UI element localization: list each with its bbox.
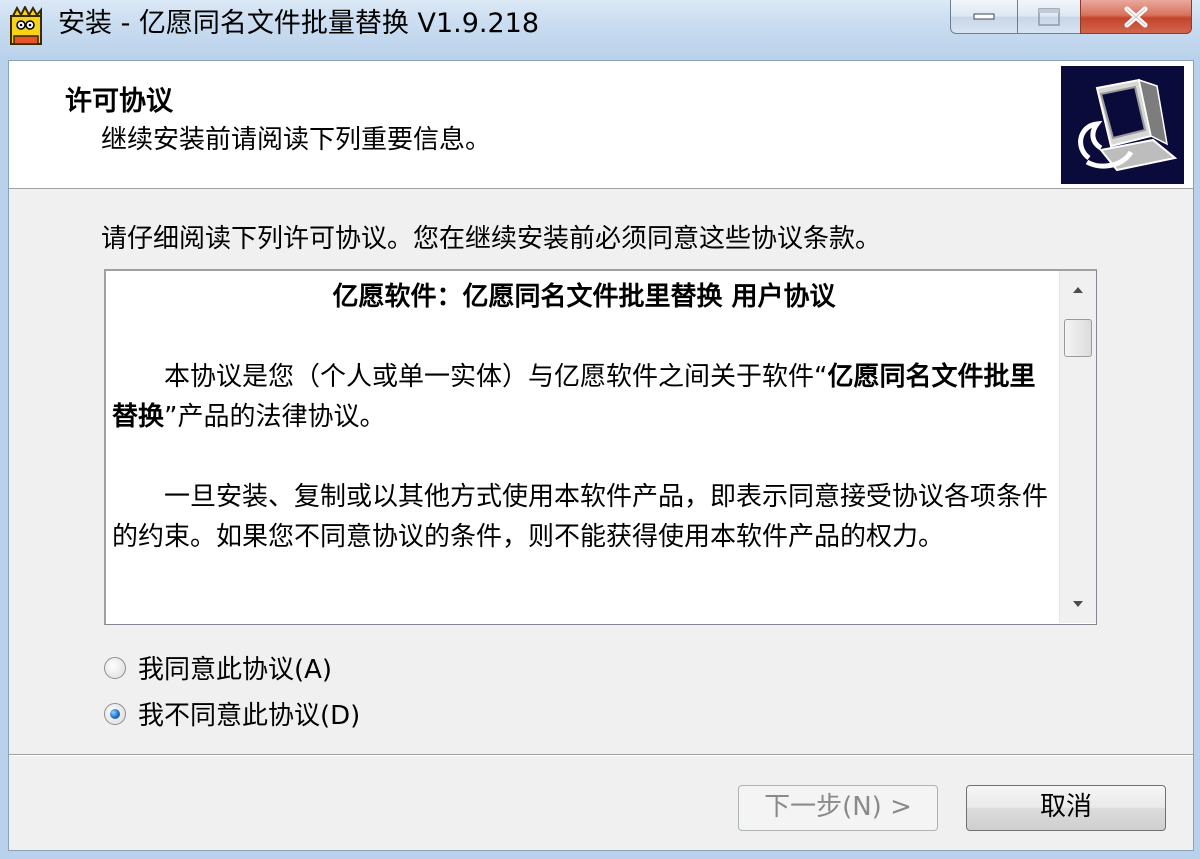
arrow-down-icon (1073, 601, 1083, 607)
app-icon (8, 4, 48, 46)
license-textbox[interactable]: 亿愿软件：亿愿同名文件批里替换 用户协议 本协议是您（个人或单一实体）与亿愿软件… (104, 269, 1097, 625)
scroll-up-button[interactable] (1060, 273, 1096, 307)
maximize-button[interactable] (1017, 0, 1081, 34)
radio-disagree[interactable]: 我不同意此协议(D) (104, 695, 360, 732)
title-bar: 安装 - 亿愿同名文件批量替换 V1.9.218 (0, 0, 1200, 56)
license-scrollbar[interactable] (1059, 271, 1096, 623)
close-icon (1124, 6, 1148, 27)
license-paragraph-2: 一旦安装、复制或以其他方式使用本软件产品，即表示同意接受协议各项条件的约束。如果… (112, 482, 1049, 552)
window-title: 安装 - 亿愿同名文件批量替换 V1.9.218 (58, 8, 540, 39)
setup-logo-icon (1061, 66, 1184, 184)
radio-agree[interactable]: 我同意此协议(A) (104, 649, 332, 686)
page-subtitle: 继续安装前请阅读下列重要信息。 (101, 125, 492, 155)
next-button[interactable]: 下一步(N) > (738, 785, 938, 831)
scroll-down-button[interactable] (1060, 587, 1096, 621)
cancel-button[interactable]: 取消 (966, 785, 1166, 831)
minimize-icon (973, 13, 995, 19)
close-button[interactable] (1080, 0, 1192, 34)
maximize-icon (1038, 7, 1060, 26)
minimize-button[interactable] (950, 0, 1018, 34)
scroll-thumb[interactable] (1064, 319, 1092, 357)
arrow-up-icon (1073, 287, 1083, 293)
radio-button[interactable] (104, 702, 126, 725)
wizard-header: 许可协议 继续安装前请阅读下列重要信息。 (9, 61, 1193, 189)
radio-label: 我同意此协议(A) (138, 655, 333, 685)
license-content: 亿愿软件：亿愿同名文件批里替换 用户协议 本协议是您（个人或单一实体）与亿愿软件… (112, 271, 1056, 621)
radio-button[interactable] (104, 656, 126, 679)
instruction-text: 请仔细阅读下列许可协议。您在继续安装前必须同意这些协议条款。 (101, 224, 882, 254)
installer-dialog: 许可协议 继续安装前请阅读下列重要信息。 请仔细阅读下列许可协议。您在继续安装前… (8, 60, 1194, 851)
radio-label: 我不同意此协议(D) (138, 701, 361, 731)
license-paragraph-1: 本协议是您（个人或单一实体）与亿愿软件之间关于软件“亿愿同名文件批里替换”产品的… (112, 362, 1036, 432)
page-title: 许可协议 (65, 86, 173, 117)
license-heading: 亿愿软件：亿愿同名文件批里替换 用户协议 (332, 282, 836, 312)
footer-divider (9, 754, 1193, 755)
